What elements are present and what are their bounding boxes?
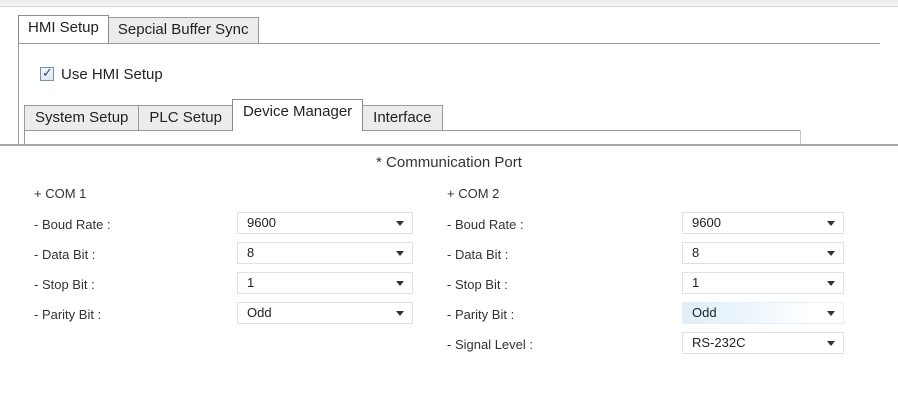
tab-device-manager[interactable]: Device Manager [231,99,364,131]
use-hmi-setup-row[interactable]: ✓ Use HMI Setup [40,64,163,84]
tab-special-buffer-sync[interactable]: Sepcial Buffer Sync [107,17,259,43]
chevron-down-icon [396,251,404,256]
chevron-down-icon [396,221,404,226]
com1-boud-rate-value: 9600 [247,215,276,230]
com1-boud-rate-select[interactable]: 9600 [237,212,413,234]
com1-parity-bit-label: - Parity Bit : [34,307,102,322]
inner-tab-bar: System Setup PLC Setup Device Manager In… [24,99,443,131]
tab-system-setup[interactable]: System Setup [24,105,140,131]
com2-data-bit-label: - Data Bit : [447,247,509,262]
com2-signal-level-label: - Signal Level : [447,337,533,352]
com1-stop-bit-select[interactable]: 1 [237,272,413,294]
com2-stop-bit-select[interactable]: 1 [682,272,844,294]
communication-port-title: * Communication Port [376,154,522,171]
chevron-down-icon [827,311,835,316]
chevron-down-icon [827,251,835,256]
com1-boud-rate-label: - Boud Rate : [34,217,111,232]
com2-data-bit-value: 8 [692,245,700,260]
tab-plc-setup[interactable]: PLC Setup [138,105,233,131]
use-hmi-setup-checkbox[interactable]: ✓ [40,65,54,81]
com2-parity-bit-label: - Parity Bit : [447,307,515,322]
com1-header: + COM 1 [34,186,87,201]
chevron-down-icon [827,281,835,286]
com1-stop-bit-label: - Stop Bit : [34,277,95,292]
tab-interface[interactable]: Interface [362,105,443,131]
inner-tab-panel-border [24,130,800,131]
tab-hmi-setup[interactable]: HMI Setup [18,15,109,43]
com2-parity-bit-value: Odd [692,305,717,320]
chevron-down-icon [396,281,404,286]
com2-boud-rate-label: - Boud Rate : [447,217,524,232]
communication-port-panel: * Communication Port + COM 1 - Boud Rate… [0,144,898,394]
use-hmi-setup-label: Use HMI Setup [61,65,163,83]
com2-stop-bit-value: 1 [692,275,700,290]
com1-data-bit-select[interactable]: 8 [237,242,413,264]
com2-boud-rate-select[interactable]: 9600 [682,212,844,234]
outer-tab-bar: HMI Setup Sepcial Buffer Sync [18,15,259,43]
com1-stop-bit-value: 1 [247,275,255,290]
check-icon: ✓ [42,65,53,80]
com2-header: + COM 2 [447,186,500,201]
chevron-down-icon [827,221,835,226]
inner-tab-panel-border-right [800,130,801,144]
com1-parity-bit-value: Odd [247,305,272,320]
com1-parity-bit-select[interactable]: Odd [237,302,413,324]
com2-stop-bit-label: - Stop Bit : [447,277,508,292]
outer-tab-panel-border-left [18,43,19,144]
window-top-edge [0,0,898,7]
com2-signal-level-select[interactable]: RS-232C [682,332,844,354]
com1-data-bit-value: 8 [247,245,255,260]
outer-tab-panel-border [18,43,880,44]
com2-parity-bit-select[interactable]: Odd [682,302,844,324]
inner-tab-panel-border-left [24,130,25,144]
com2-boud-rate-value: 9600 [692,215,721,230]
chevron-down-icon [396,311,404,316]
com2-data-bit-select[interactable]: 8 [682,242,844,264]
com2-signal-level-value: RS-232C [692,335,746,350]
hmi-setup-panel: HMI Setup Sepcial Buffer Sync ✓ Use HMI … [0,0,898,144]
chevron-down-icon [827,341,835,346]
com1-data-bit-label: - Data Bit : [34,247,96,262]
